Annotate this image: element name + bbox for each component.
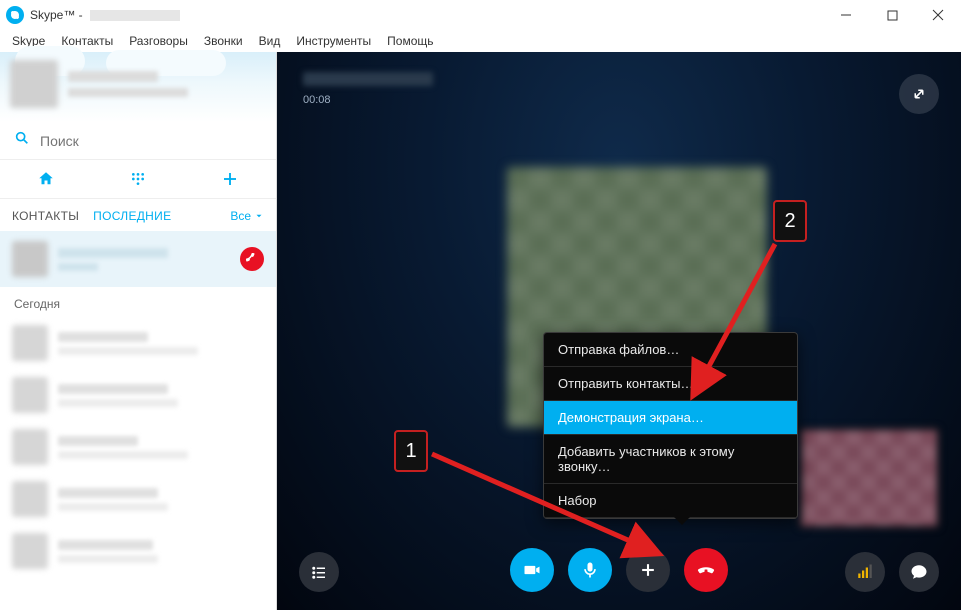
tab-contacts[interactable]: КОНТАКТЫ [12,209,79,223]
annotation-marker-2: 2 [773,200,807,242]
call-panel: 00:08 Владимир Белев Отправка файлов… От… [277,52,961,610]
filter-dropdown[interactable]: Все [230,209,264,223]
section-today: Сегодня [0,287,276,317]
dialpad-tab[interactable] [92,160,184,198]
video-toggle-button[interactable] [510,548,554,592]
username-redacted [90,10,180,21]
self-name-redacted [68,71,158,82]
nav-tabs [0,159,276,199]
tab-recent[interactable]: ПОСЛЕДНИЕ [93,209,171,223]
menu-help[interactable]: Помощь [379,32,441,50]
list-item[interactable] [0,369,276,421]
conversation-active[interactable] [0,231,276,287]
self-avatar[interactable] [10,60,58,108]
contact-avatar [12,241,48,277]
skype-logo-icon [6,6,24,24]
call-contact-name-redacted [303,72,433,86]
popup-item-send-contacts[interactable]: Отправить контакты… [544,367,797,401]
call-timer: 00:08 [303,94,331,106]
search-icon [14,130,30,151]
profile-area[interactable] [0,52,276,122]
titlebar: Skype™ - [0,0,961,30]
connection-quality-button[interactable] [845,552,885,592]
popup-item-send-files[interactable]: Отправка файлов… [544,333,797,367]
menu-tools[interactable]: Инструменты [288,32,379,50]
list-item[interactable] [0,525,276,577]
menu-calls[interactable]: Звонки [196,32,251,50]
chat-toggle-button[interactable] [899,552,939,592]
menu-convos[interactable]: Разговоры [121,32,196,50]
list-tabs: КОНТАКТЫ ПОСЛЕДНИЕ Все [0,199,276,231]
new-tab[interactable] [184,160,276,198]
popup-item-add-participants[interactable]: Добавить участников к этому звонку… [544,435,797,484]
maximize-button[interactable] [869,0,915,30]
window-title-text: Skype™ - [30,8,83,22]
hangup-icon[interactable] [240,247,264,271]
fullscreen-button[interactable] [899,74,939,114]
search-input[interactable] [40,133,262,149]
plus-menu-button[interactable] [626,548,670,592]
window-title: Skype™ - [30,8,180,22]
menu-view[interactable]: Вид [251,32,289,50]
filter-label: Все [230,209,251,223]
popup-item-share-screen[interactable]: Демонстрация экрана… [544,401,797,435]
search-row[interactable] [0,122,276,159]
list-item[interactable] [0,421,276,473]
home-tab[interactable] [0,160,92,198]
annotation-marker-1: 1 [394,430,428,472]
popup-item-dial[interactable]: Набор [544,484,797,518]
end-call-button[interactable] [684,548,728,592]
list-item[interactable] [0,317,276,369]
minimize-button[interactable] [823,0,869,30]
plus-menu-popup: Отправка файлов… Отправить контакты… Дем… [543,332,798,519]
menubar: Skype Контакты Разговоры Звонки Вид Инст… [0,30,961,52]
sidebar: КОНТАКТЫ ПОСЛЕДНИЕ Все Сегодня [0,52,277,610]
list-item[interactable] [0,473,276,525]
mic-toggle-button[interactable] [568,548,612,592]
close-button[interactable] [915,0,961,30]
self-status-redacted [68,88,188,97]
self-video-pip[interactable] [799,428,939,528]
